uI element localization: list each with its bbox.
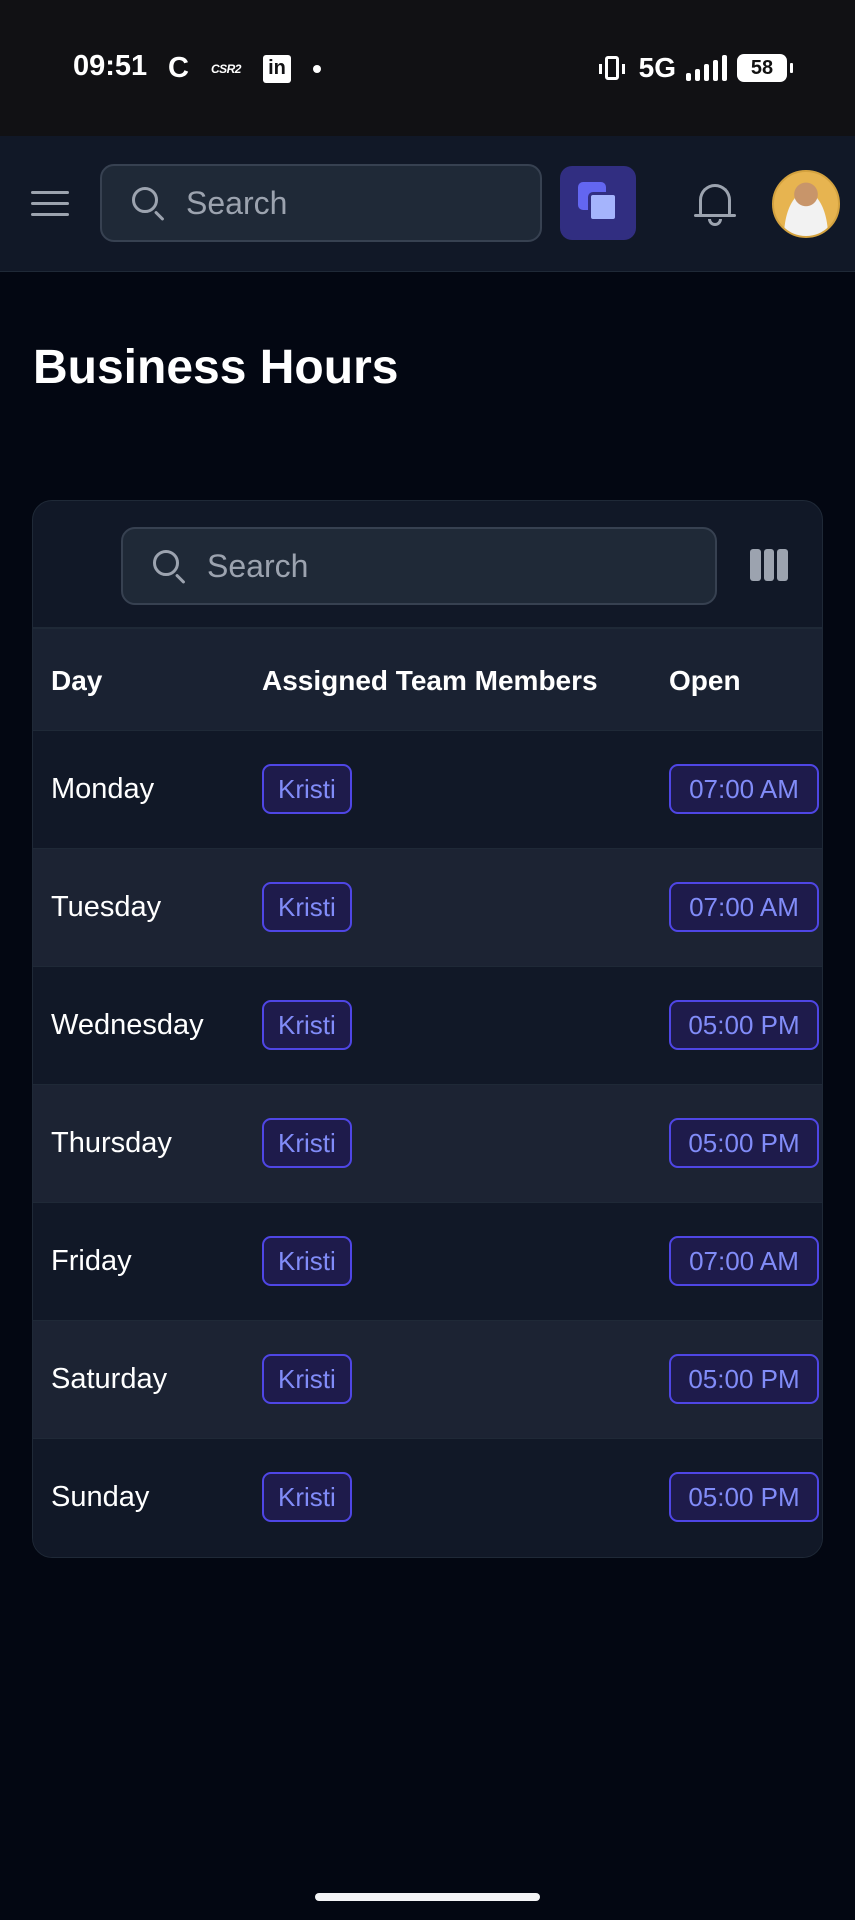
- more-notifications-dot-icon: [312, 64, 321, 73]
- day-cell: Thursday: [51, 1127, 172, 1159]
- search-icon: [130, 185, 166, 222]
- table-body: Monday Kristi 07:00 AM Tuesday Kristi 07…: [33, 731, 822, 1557]
- apps-icon[interactable]: [560, 166, 636, 240]
- open-time-badge[interactable]: 07:00 AM: [669, 1236, 819, 1286]
- header-search[interactable]: [100, 164, 542, 242]
- table-row[interactable]: Thursday Kristi 05:00 PM: [33, 1085, 822, 1203]
- columns-icon[interactable]: [750, 549, 789, 581]
- table-search[interactable]: [121, 527, 717, 605]
- battery-icon: 58: [737, 54, 793, 82]
- column-header-day[interactable]: Day: [51, 665, 102, 697]
- team-member-badge[interactable]: Kristi: [262, 882, 352, 932]
- open-time-badge[interactable]: 05:00 PM: [669, 1354, 819, 1404]
- team-member-badge[interactable]: Kristi: [262, 1472, 352, 1522]
- table-row[interactable]: Friday Kristi 07:00 AM: [33, 1203, 822, 1321]
- team-member-badge[interactable]: Kristi: [262, 1354, 352, 1404]
- header-search-input[interactable]: [186, 184, 516, 222]
- team-member-badge[interactable]: Kristi: [262, 764, 352, 814]
- team-member-badge[interactable]: Kristi: [262, 1000, 352, 1050]
- day-cell: Tuesday: [51, 891, 162, 923]
- open-time-badge[interactable]: 07:00 AM: [669, 764, 819, 814]
- linkedin-icon: in: [262, 54, 291, 83]
- table-row[interactable]: Wednesday Kristi 05:00 PM: [33, 967, 822, 1085]
- signal-icon: [686, 55, 727, 81]
- column-header-assigned-team-members[interactable]: Assigned Team Members: [262, 665, 598, 697]
- team-member-badge[interactable]: Kristi: [262, 1118, 352, 1168]
- table-search-input[interactable]: [207, 547, 687, 585]
- table-toolbar: [33, 501, 822, 629]
- table-row[interactable]: Saturday Kristi 05:00 PM: [33, 1321, 822, 1439]
- open-time-badge[interactable]: 05:00 PM: [669, 1000, 819, 1050]
- status-system-icons: 5G 58: [598, 52, 793, 84]
- bell-icon[interactable]: [690, 178, 740, 230]
- team-member-badge[interactable]: Kristi: [262, 1236, 352, 1286]
- status-bar: 09:51 C CSR2 in 5G 58: [0, 0, 855, 136]
- column-header-open[interactable]: Open: [669, 665, 741, 697]
- open-time-badge[interactable]: 05:00 PM: [669, 1118, 819, 1168]
- table-row[interactable]: Monday Kristi 07:00 AM: [33, 731, 822, 849]
- table-row[interactable]: Sunday Kristi 05:00 PM: [33, 1439, 822, 1557]
- home-indicator[interactable]: [315, 1893, 540, 1901]
- day-cell: Friday: [51, 1245, 132, 1277]
- csr2-app-icon: CSR2: [210, 61, 242, 76]
- status-notification-icons: C CSR2 in: [168, 52, 321, 85]
- search-icon: [151, 548, 187, 585]
- day-cell: Wednesday: [51, 1009, 204, 1041]
- c-app-icon: C: [168, 52, 189, 84]
- day-cell: Sunday: [51, 1481, 150, 1513]
- open-time-badge[interactable]: 07:00 AM: [669, 882, 819, 932]
- status-time: 09:51: [73, 50, 148, 82]
- day-cell: Monday: [51, 773, 155, 805]
- menu-icon[interactable]: [31, 189, 71, 219]
- vibrate-icon: [598, 56, 625, 80]
- table-row[interactable]: Tuesday Kristi 07:00 AM: [33, 849, 822, 967]
- avatar[interactable]: [772, 170, 840, 238]
- app-header: [0, 136, 855, 272]
- page-title: Business Hours: [33, 341, 399, 394]
- open-time-badge[interactable]: 05:00 PM: [669, 1472, 819, 1522]
- day-cell: Saturday: [51, 1363, 168, 1395]
- table-header: Day Assigned Team Members Open: [33, 629, 822, 731]
- business-hours-card: Day Assigned Team Members Open Monday Kr…: [32, 500, 823, 1558]
- network-type: 5G: [638, 52, 676, 83]
